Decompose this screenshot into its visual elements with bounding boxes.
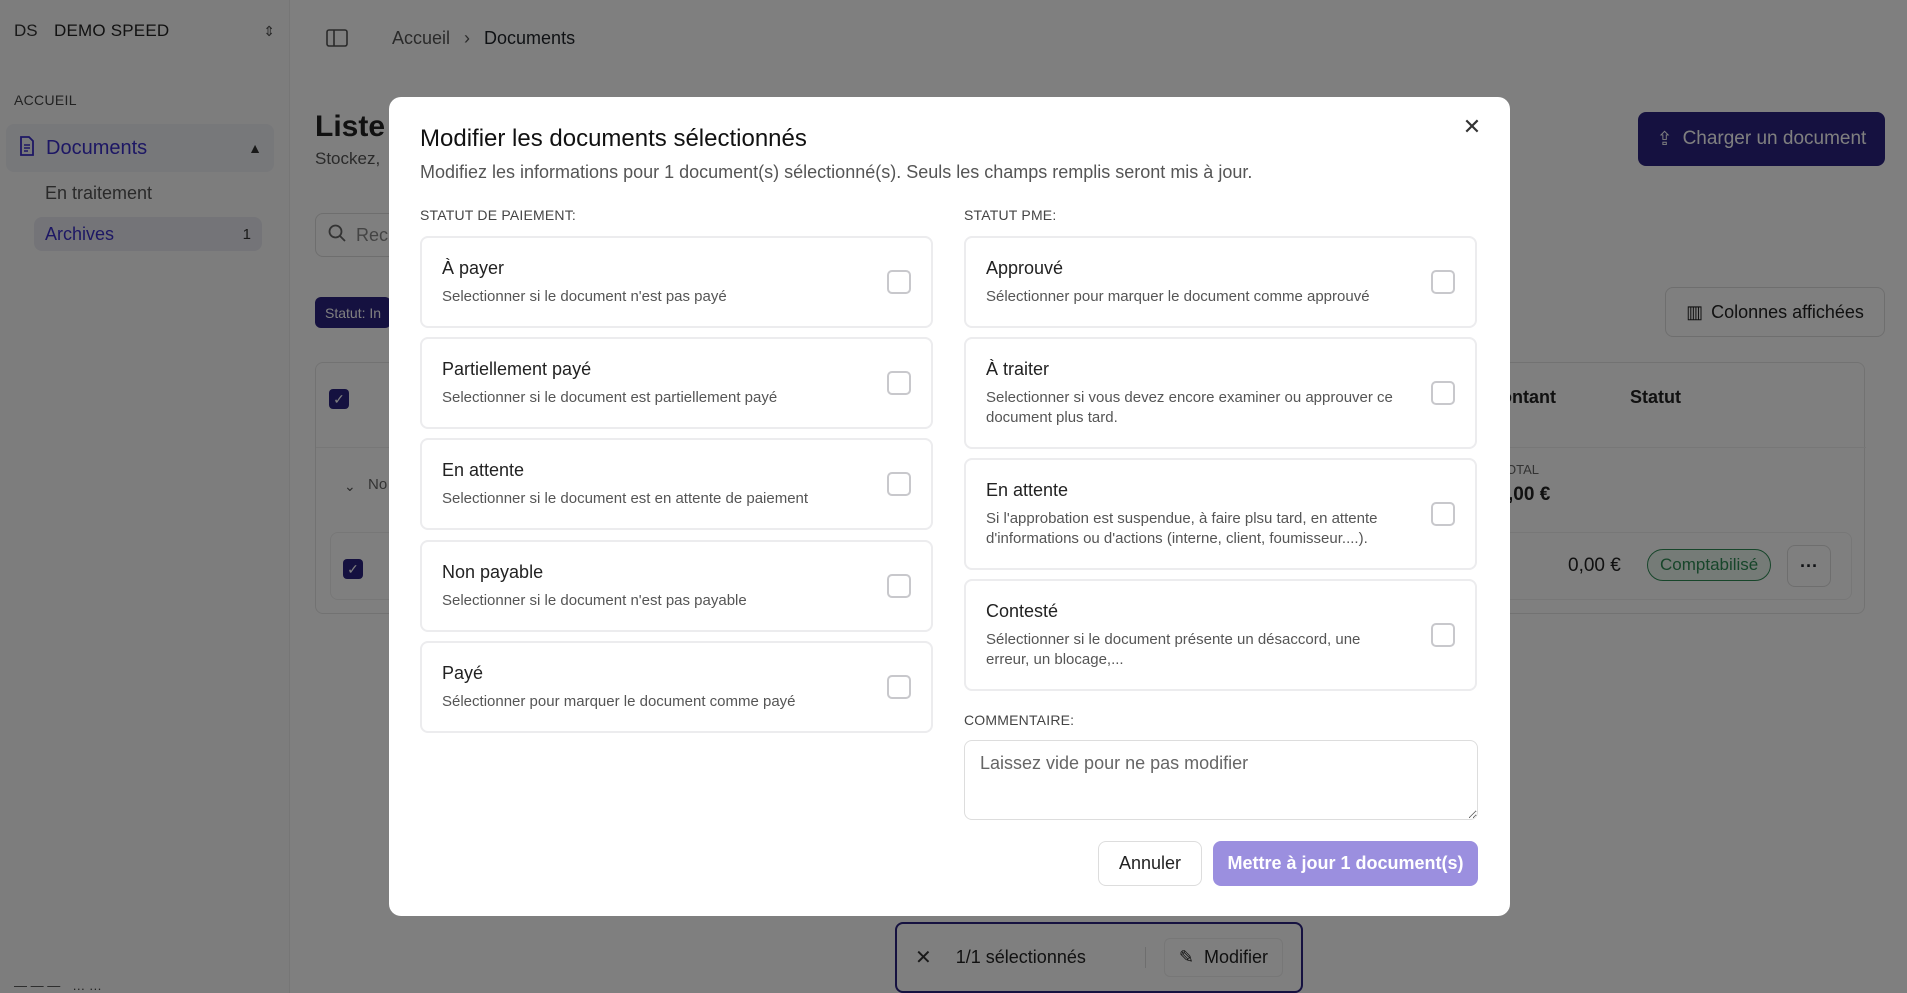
pme-status-label: STATUT PME: (964, 207, 1057, 223)
edit-documents-modal: ✕ Modifier les documents sélectionnés Mo… (389, 97, 1510, 916)
option-title: Contesté (986, 601, 1059, 621)
option-checkbox[interactable] (887, 675, 911, 699)
cancel-button[interactable]: Annuler (1098, 841, 1202, 886)
option-checkbox[interactable] (887, 371, 911, 395)
option-title: En attente (986, 480, 1069, 500)
option-description: Selectionner si le document n'est pas pa… (442, 592, 747, 609)
option-description: Sélectionner pour marquer le document co… (442, 693, 796, 710)
option-title: Non payable (442, 562, 544, 582)
option-checkbox[interactable] (1431, 381, 1455, 405)
payment-option-partiellement-paye[interactable]: Partiellement payé Selectionner si le do… (420, 337, 933, 429)
option-description: Selectionner si vous devez encore examin… (986, 389, 1393, 426)
option-description: Selectionner si le document est partiell… (442, 389, 778, 406)
option-checkbox[interactable] (887, 574, 911, 598)
payment-option-paye[interactable]: Payé Sélectionner pour marquer le docume… (420, 641, 933, 733)
modal-title: Modifier les documents sélectionnés (420, 125, 807, 152)
comment-field[interactable] (964, 740, 1478, 820)
update-documents-button[interactable]: Mettre à jour 1 document(s) (1213, 841, 1478, 886)
option-title: En attente (442, 460, 525, 480)
modal-description: Modifiez les informations pour 1 documen… (420, 162, 1253, 182)
option-description: Selectionner si le document n'est pas pa… (442, 288, 727, 305)
payment-status-label: STATUT DE PAIEMENT: (420, 207, 577, 223)
option-description: Selectionner si le document est en atten… (442, 490, 809, 507)
comment-label: COMMENTAIRE: (964, 712, 1075, 728)
option-checkbox[interactable] (1431, 623, 1455, 647)
option-title: Payé (442, 663, 484, 683)
pme-option-approuve[interactable]: Approuvé Sélectionner pour marquer le do… (964, 236, 1477, 328)
option-description: Sélectionner pour marquer le document co… (986, 288, 1370, 305)
pme-option-en-attente[interactable]: En attente Si l'approbation est suspendu… (964, 458, 1477, 570)
option-title: À payer (442, 258, 505, 278)
option-checkbox[interactable] (1431, 502, 1455, 526)
option-title: Approuvé (986, 258, 1064, 278)
payment-option-en-attente[interactable]: En attente Selectionner si le document e… (420, 438, 933, 530)
pme-option-conteste[interactable]: Contesté Sélectionner si le document pré… (964, 579, 1477, 691)
payment-option-a-payer[interactable]: À payer Selectionner si le document n'es… (420, 236, 933, 328)
pme-option-a-traiter[interactable]: À traiter Selectionner si vous devez enc… (964, 337, 1477, 449)
payment-option-non-payable[interactable]: Non payable Selectionner si le document … (420, 540, 933, 632)
option-checkbox[interactable] (887, 472, 911, 496)
option-description: Si l'approbation est suspendue, à faire … (986, 510, 1378, 547)
option-title: À traiter (986, 359, 1050, 379)
option-title: Partiellement payé (442, 359, 592, 379)
option-description: Sélectionner si le document présente un … (986, 631, 1361, 668)
close-icon[interactable]: ✕ (1460, 115, 1484, 139)
option-checkbox[interactable] (887, 270, 911, 294)
option-checkbox[interactable] (1431, 270, 1455, 294)
